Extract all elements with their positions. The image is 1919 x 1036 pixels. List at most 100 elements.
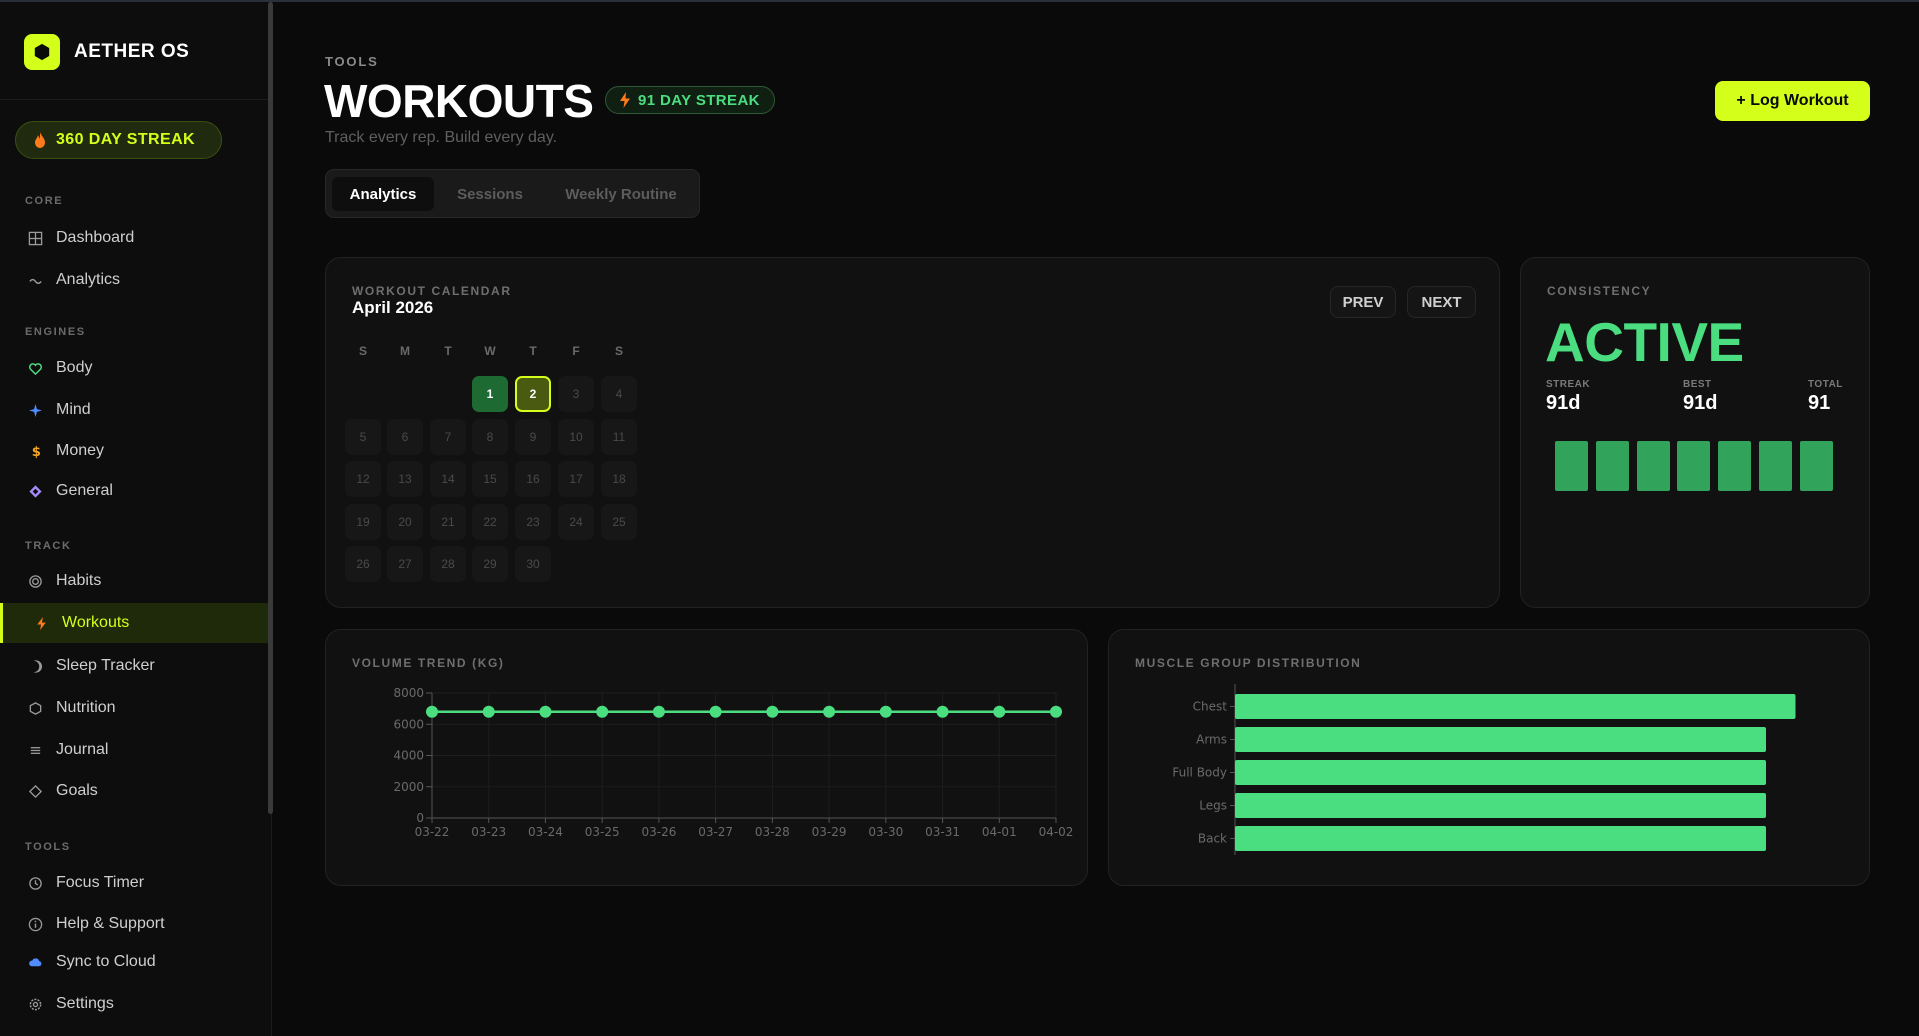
volume-data-point [652,705,665,718]
x-tick-label: 03-23 [471,825,506,839]
calendar-day[interactable]: 3 [558,376,594,412]
sidebar-item-label: Dashboard [56,229,135,246]
calendar-day[interactable]: 12 [345,461,381,497]
calendar-day[interactable]: 9 [515,418,551,455]
x-tick-label: 03-28 [755,825,790,839]
calendar-day[interactable]: 11 [601,418,637,455]
sidebar-item-body[interactable]: Body [0,348,268,388]
y-tick-label: 6000 [393,717,424,731]
calendar-day[interactable]: 14 [430,461,466,497]
sidebar-item-help-support[interactable]: Help & Support [0,904,268,944]
streak-badge-text: 91 DAY STREAK [638,91,760,109]
sidebar-item-label: Journal [56,741,109,758]
bolt-icon [620,92,630,108]
calendar-month: April 2026 [352,298,434,317]
sidebar-item-label: Sync to Cloud [56,953,156,970]
volume-data-point [879,705,892,718]
tab-weekly-routine[interactable]: Weekly Routine [548,177,694,211]
calendar-day[interactable]: 6 [387,418,423,455]
sidebar-item-sleep-tracker[interactable]: Sleep Tracker [0,646,268,686]
volume-line-chart: 0 2000 4000 6000 8000 03-22 03-23 03-24 03-25 03-… [393,686,1073,839]
breadcrumb: TOOLS [325,54,379,69]
brand-name: AETHER OS [74,41,190,62]
sidebar-item-label: Help & Support [56,915,165,932]
consistency-day-bar [1677,441,1711,491]
calendar-day[interactable]: 23 [515,503,551,540]
calendar-day[interactable]: 17 [558,461,594,497]
category-label: Full Body [1172,766,1227,780]
calendar-day[interactable]: 19 [345,503,381,540]
calendar-day[interactable]: 7 [430,418,466,455]
muscle-group-bar [1235,727,1766,752]
info-icon [27,916,43,932]
tab-analytics[interactable]: Analytics [332,177,434,211]
next-month-button[interactable]: NEXT [1407,286,1476,318]
hexagon-logo-icon [24,34,60,70]
consistency-day-bar [1799,441,1833,491]
calendar-day[interactable]: 27 [387,546,423,582]
calendar-day[interactable]: 30 [515,546,551,582]
brand[interactable]: AETHER OS [24,34,189,70]
sidebar-scrollbar[interactable] [268,2,273,814]
grid-icon [27,230,43,246]
calendar-day[interactable]: 26 [345,546,381,582]
x-tick-label: 03-24 [528,825,563,839]
y-tick-label: 4000 [393,749,424,763]
sidebar-item-label: Analytics [56,271,121,288]
calendar-day[interactable]: 21 [430,503,466,540]
calendar-day[interactable]: 25 [601,503,637,540]
best-stat-label: BEST [1683,379,1712,390]
log-workout-button[interactable]: + Log Workout [1715,81,1870,121]
muscle-bar-chart: Chest Arms Full Body Legs Back [1172,684,1796,855]
sparkle-icon [27,402,43,418]
sidebar-item-analytics[interactable]: Analytics [0,260,268,300]
page-subtitle: Track every rep. Build every day. [325,129,558,146]
heart-icon [27,360,43,376]
calendar-day[interactable]: 13 [387,461,423,497]
tab-sessions[interactable]: Sessions [440,177,540,211]
calendar-day[interactable]: 10 [558,418,594,455]
section-label-tools: TOOLS [25,841,71,853]
sidebar-item-journal[interactable]: Journal [0,730,268,770]
sidebar-item-label: Goals [56,782,98,799]
calendar-day[interactable]: 5 [345,418,381,455]
volume-data-point [993,705,1006,718]
sidebar-item-goals[interactable]: Goals [0,771,268,811]
sidebar-item-sync-to-cloud[interactable]: Sync to Cloud [0,942,268,982]
streak-status-badge: 91 DAY STREAK [605,86,775,114]
calendar-day[interactable]: 24 [558,503,594,540]
sidebar-item-nutrition[interactable]: Nutrition [0,688,268,728]
calendar-day[interactable]: 2 [515,376,551,412]
section-label-core: CORE [25,195,64,207]
total-stat-value: 91 [1808,392,1831,414]
category-label: Chest [1193,700,1228,714]
sidebar-item-label: Mind [56,401,91,418]
calendar-day[interactable]: 4 [601,376,637,412]
category-label: Arms [1196,733,1227,747]
weekday-header: F [572,344,580,358]
best-stat-value: 91d [1683,392,1718,414]
calendar-label: WORKOUT CALENDAR [352,284,512,298]
bolt-icon [33,615,49,631]
sidebar-item-habits[interactable]: Habits [0,561,268,601]
calendar-day[interactable]: 1 [472,376,508,412]
clock-icon [27,875,43,891]
prev-month-button[interactable]: PREV [1330,286,1396,318]
sidebar-item-dashboard[interactable]: Dashboard [0,218,268,258]
calendar-day[interactable]: 22 [472,503,508,540]
calendar-day[interactable]: 28 [430,546,466,582]
sidebar-item-workouts[interactable]: Workouts [0,603,268,643]
sidebar-item-settings[interactable]: Settings [0,984,268,1024]
calendar-day[interactable]: 29 [472,546,508,582]
sidebar-item-label: Body [56,359,93,376]
calendar-day[interactable]: 15 [472,461,508,497]
calendar-day[interactable]: 8 [472,418,508,455]
sidebar-item-focus-timer[interactable]: Focus Timer [0,863,268,903]
calendar-day[interactable]: 20 [387,503,423,540]
calendar-day[interactable]: 18 [601,461,637,497]
sidebar-item-money[interactable]: $ Money [0,431,268,471]
x-tick-label: 03-22 [415,825,450,839]
sidebar-item-general[interactable]: General [0,471,268,511]
sidebar-item-mind[interactable]: Mind [0,390,268,430]
calendar-day[interactable]: 16 [515,461,551,497]
